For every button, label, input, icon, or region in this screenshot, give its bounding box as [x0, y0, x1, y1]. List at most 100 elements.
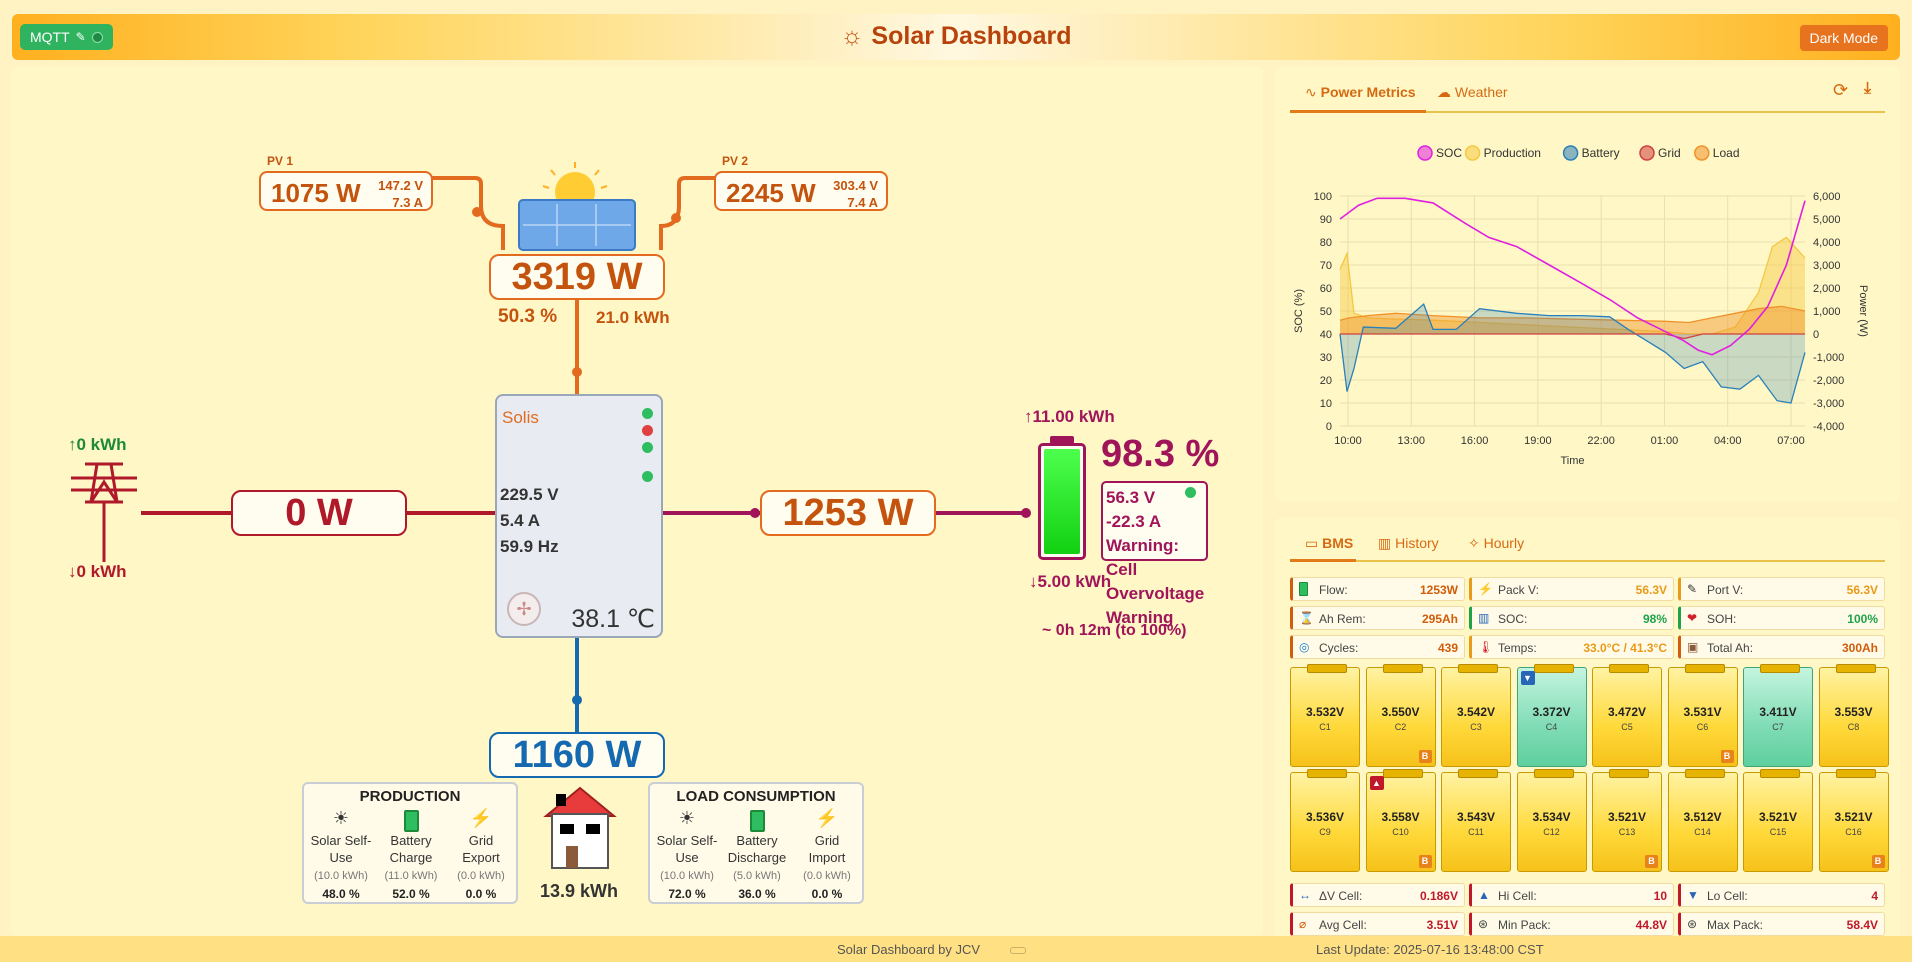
tab-bms[interactable]: ▭ BMS	[1305, 535, 1353, 552]
cell-name: C10	[1392, 827, 1409, 837]
pv2-label: PV 2	[722, 154, 749, 168]
footer-toggle[interactable]	[1010, 947, 1026, 954]
x-axis-label: Time	[1560, 455, 1584, 467]
bms-metric-label: SOH:	[1707, 612, 1737, 626]
balancing-badge: B	[1418, 750, 1432, 763]
y-axis-label-left: SOC (%)	[1293, 289, 1305, 333]
production-battery-charge: Battery Charge (11.0 kWh) 52.0 %	[376, 810, 446, 903]
pv-percent: 50.3 %	[498, 306, 558, 327]
cell-voltage: 3.521V	[1607, 810, 1647, 824]
footer-credit: Solar Dashboard by JCV	[837, 942, 981, 957]
bms-metric-label: Cycles:	[1319, 641, 1359, 655]
refresh-icon[interactable]: ⟳	[1833, 80, 1848, 101]
thermometer-icon: 🌡	[1478, 640, 1494, 654]
download-icon[interactable]: ⤓	[1864, 80, 1871, 98]
inverter-current: 5.4 A	[500, 511, 541, 530]
lightning-icon: ⚡	[469, 808, 493, 828]
bms-summary-hicell: ▲ Hi Cell: 10	[1469, 883, 1674, 907]
bms-metric-cycles: ◎ Cycles: 439	[1290, 635, 1465, 659]
bms-metric-label: Temps:	[1498, 641, 1537, 655]
battery-green-icon	[1299, 582, 1308, 599]
house-icon	[543, 786, 617, 869]
bms-summary-avgcell: ⌀ Avg Cell: 3.51V	[1290, 912, 1465, 936]
battery-cell-c15: 3.521V C15	[1743, 769, 1813, 872]
bms-metric-value: 56.3V	[1635, 583, 1667, 597]
y-tick-right: 1,000	[1813, 306, 1841, 318]
x-tick: 19:00	[1524, 435, 1552, 447]
tab-history[interactable]: ▥ History	[1378, 535, 1439, 552]
load-consumption-stats: LOAD CONSUMPTION ☀ Solar Self- Use (10.0 …	[648, 782, 864, 904]
power-metrics-chart: 0 10 20 30 40 50 60 70 80 90 100 -4,000 -3,000 -2,000…	[1293, 145, 1869, 467]
legend-label-grid: Grid	[1658, 146, 1681, 160]
y-tick-right: 0	[1813, 329, 1819, 341]
x-tick: 22:00	[1587, 435, 1615, 447]
x-tick: 16:00	[1461, 435, 1489, 447]
tab-hourly[interactable]: ✧ Hourly	[1468, 535, 1524, 552]
legend-marker-battery	[1562, 145, 1579, 161]
bms-summary-label: Max Pack:	[1707, 918, 1764, 932]
dark-mode-button[interactable]: Dark Mode	[1799, 25, 1888, 51]
hourglass-icon: ⌛	[1299, 611, 1314, 625]
highest-cell-icon: ▲	[1369, 776, 1384, 790]
bms-summary-label: Avg Cell:	[1319, 918, 1367, 932]
legend-marker-load	[1694, 145, 1710, 161]
bms-metric-label: Flow:	[1319, 583, 1348, 597]
consumption-grid-import: ⚡ Grid Import (0.0 kWh) 0.0 %	[792, 809, 862, 903]
y-tick-right: -1,000	[1813, 352, 1844, 364]
legend-label-load: Load	[1713, 146, 1740, 160]
bms-summary-vcell: ↔ ΔV Cell: 0.186V	[1290, 883, 1465, 907]
battery-icon	[376, 810, 446, 832]
cell-voltage: 3.372V	[1532, 705, 1571, 719]
bms-summary-value: 44.8V	[1635, 918, 1667, 932]
legend-label-battery: Battery	[1582, 146, 1620, 160]
legend-marker-production	[1464, 145, 1481, 161]
inverter-frequency: 59.9 Hz	[500, 537, 559, 556]
cell-name: C6	[1696, 722, 1709, 732]
tab-weather[interactable]: ☁ Weather	[1437, 84, 1508, 101]
y-tick-left: 60	[1320, 283, 1332, 295]
y-tick-left: 30	[1320, 352, 1332, 364]
bms-summary-value: 3.51V	[1426, 918, 1458, 932]
cell-name: C4	[1545, 722, 1558, 732]
production-grid-export: ⚡ Grid Export (0.0 kWh) 0.0 %	[446, 808, 516, 903]
cell-voltage: 3.411V	[1759, 705, 1797, 719]
battery-charge-energy: ↑11.00 kWh	[1024, 407, 1115, 426]
sun-icon: ☼	[840, 22, 864, 50]
battery-cell-c2: 3.550V C2 B	[1365, 664, 1436, 767]
bms-metric-label: Pack V:	[1498, 583, 1539, 597]
production-title: PRODUCTION	[359, 788, 461, 805]
bms-metric-label: Port V:	[1707, 583, 1744, 597]
inverter-temperature: 38.1 ℃	[571, 605, 655, 633]
cell-name: C1	[1319, 722, 1331, 732]
energy-flow-panel: PV 1 1075 W 147.2 V 7.3 A PV 2 2245 W 303…	[11, 66, 1263, 936]
bms-summary-label: Hi Cell:	[1498, 889, 1537, 903]
y-tick-left: 90	[1320, 214, 1332, 226]
cell-voltage: 3.550V	[1381, 705, 1420, 719]
heart-icon: ❤	[1687, 611, 1698, 625]
legend-marker-grid	[1639, 145, 1655, 161]
pv1-power: 1075 W	[271, 178, 361, 208]
cell-name: C12	[1543, 827, 1560, 837]
bms-metric-portv: ✎ Port V: 56.3V	[1678, 577, 1885, 601]
balancing-badge: B	[1871, 855, 1885, 868]
battery-icon: ▭	[1305, 535, 1319, 551]
production-stats: PRODUCTION ☀ Solar Self- Use (10.0 kWh) 4…	[302, 782, 518, 904]
inverter-voltage: 229.5 V	[500, 485, 559, 504]
bms-metric-ahrem: ⌛ Ah Rem: 295Ah	[1290, 606, 1465, 630]
battery-cell-c13: 3.521V C13 B	[1592, 769, 1662, 872]
cell-name: C3	[1470, 722, 1482, 732]
bms-metric-label: Total Ah:	[1707, 641, 1754, 655]
inverter-comm-led	[642, 471, 653, 482]
bms-metric-label: SOC:	[1498, 612, 1528, 626]
tab-power-metrics[interactable]: ∿ Power Metrics	[1305, 84, 1416, 101]
pv-total-power: 3319 W	[489, 254, 665, 300]
x-tick: 07:00	[1777, 435, 1805, 447]
cell-name: C2	[1394, 722, 1407, 732]
bms-metric-soh: ❤ SOH: 100%	[1678, 606, 1885, 630]
battery-cell-c9: 3.536V C9	[1290, 769, 1360, 872]
clock-icon: ✧	[1468, 535, 1480, 551]
gauge-icon: ⊛	[1687, 917, 1698, 931]
battery-cell-c8: 3.553V C8	[1818, 664, 1889, 767]
pv1-label: PV 1	[267, 154, 294, 168]
solar-panel-icon	[518, 162, 636, 251]
